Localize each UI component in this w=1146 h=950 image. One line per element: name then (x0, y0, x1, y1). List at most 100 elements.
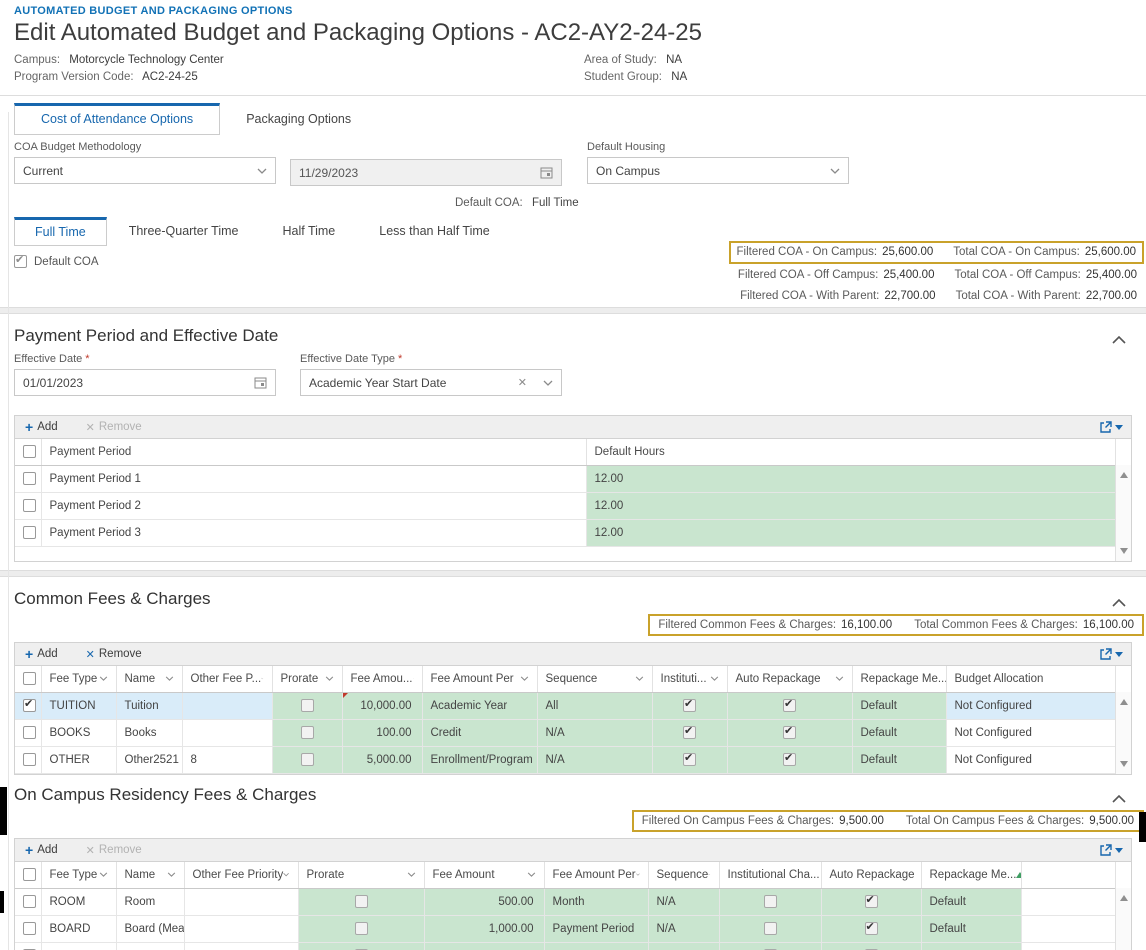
scroll-up-icon[interactable] (1120, 472, 1128, 478)
column-header-auto-repackage[interactable]: Auto Repackage (821, 862, 921, 888)
screen-artifact (1139, 812, 1146, 842)
table-row[interactable]: Payment Period 3 12.00 (15, 519, 1115, 546)
table-row[interactable]: Payment Period 1 12.00 (15, 465, 1115, 492)
column-header-name[interactable]: Name (116, 666, 182, 692)
scrollbar[interactable] (1115, 888, 1131, 950)
table-row[interactable]: TRAVEL Travel 4,000.00 Enrollment/Progra… (15, 942, 1115, 950)
column-header-fee-amount-per[interactable]: Fee Amount Per (422, 666, 537, 692)
column-header-sequence[interactable]: Sequence (648, 862, 719, 888)
column-header-prorate[interactable]: Prorate (272, 666, 342, 692)
column-header-fee-amount[interactable]: Fee Amou... (342, 666, 422, 692)
export-icon (1099, 843, 1113, 857)
column-header-repackage-methodology[interactable]: Repackage Me... (852, 666, 946, 692)
remove-button[interactable]: ✕Remove (86, 648, 142, 661)
scrollbar[interactable] (1115, 465, 1131, 561)
column-header-other-fee-priority[interactable]: Other Fee Priority (184, 862, 298, 888)
collapse-chevron-icon[interactable] (1112, 790, 1126, 808)
institutional-charge-checkbox[interactable] (683, 726, 696, 739)
scroll-down-icon[interactable] (1120, 548, 1128, 554)
row-checkbox[interactable] (23, 499, 36, 512)
table-row[interactable]: BOOKS Books 100.00 Credit N/A Default No… (15, 719, 1115, 746)
auto-repackage-checkbox[interactable] (865, 895, 878, 908)
collapse-chevron-icon[interactable] (1112, 594, 1126, 612)
column-header-other-fee-priority[interactable]: Other Fee P... (182, 666, 272, 692)
prorate-checkbox[interactable] (355, 922, 368, 935)
row-checkbox[interactable] (23, 726, 36, 739)
institutional-charge-checkbox[interactable] (683, 699, 696, 712)
subtab-less-than-half-time[interactable]: Less than Half Time (357, 217, 511, 246)
scroll-up-icon[interactable] (1120, 895, 1128, 901)
subtab-half-time[interactable]: Half Time (260, 217, 357, 246)
auto-repackage-checkbox[interactable] (783, 753, 796, 766)
table-row[interactable]: ROOM Room 500.00 Month N/A Default (15, 888, 1115, 915)
column-header-filler (1021, 862, 1115, 888)
table-row[interactable]: TUITION Tuition 10,000.00 Academic Year … (15, 692, 1115, 719)
column-header-institutional-charge[interactable]: Institutional Cha... (719, 862, 821, 888)
row-checkbox[interactable] (23, 699, 36, 712)
auto-repackage-checkbox[interactable] (865, 922, 878, 935)
auto-repackage-checkbox[interactable] (783, 699, 796, 712)
scrollbar[interactable] (1115, 692, 1131, 774)
record-info: Campus: Motorcycle Technology Center Are… (0, 52, 1146, 95)
add-button[interactable]: +Add (25, 647, 58, 661)
column-header-institutional-charge[interactable]: Instituti... (652, 666, 727, 692)
institutional-charge-checkbox[interactable] (764, 895, 777, 908)
column-header-name[interactable]: Name (116, 862, 184, 888)
table-row[interactable]: BOARD Board (Meals) 1,000.00 Payment Per… (15, 915, 1115, 942)
prorate-checkbox[interactable] (355, 895, 368, 908)
tab-packaging-options[interactable]: Packaging Options (220, 103, 377, 135)
column-header-payment-period[interactable]: Payment Period (41, 439, 586, 465)
column-header-fee-type[interactable]: Fee Type (41, 666, 116, 692)
breadcrumb[interactable]: AUTOMATED BUDGET AND PACKAGING OPTIONS (0, 0, 1146, 17)
export-button[interactable] (1099, 843, 1123, 857)
column-header-repackage-methodology-sorted[interactable]: Repackage Me... (921, 862, 1021, 888)
prorate-checkbox[interactable] (301, 726, 314, 739)
subtab-full-time[interactable]: Full Time (14, 217, 107, 246)
row-checkbox[interactable] (23, 753, 36, 766)
default-housing-select[interactable]: On Campus (587, 157, 849, 184)
row-checkbox[interactable] (23, 895, 36, 908)
column-header-fee-amount-per[interactable]: Fee Amount Per (544, 862, 648, 888)
scroll-up-icon[interactable] (1120, 699, 1128, 705)
column-header-fee-amount[interactable]: Fee Amount (424, 862, 544, 888)
chevron-down-icon (165, 676, 174, 681)
row-checkbox[interactable] (23, 472, 36, 485)
row-checkbox[interactable] (23, 922, 36, 935)
select-all-checkbox[interactable] (23, 868, 36, 881)
table-row[interactable]: Payment Period 2 12.00 (15, 492, 1115, 519)
collapse-chevron-icon[interactable] (1112, 331, 1126, 349)
export-button[interactable] (1099, 420, 1123, 434)
required-asterisk: * (85, 353, 89, 365)
calendar-icon[interactable] (254, 376, 267, 389)
area-of-study-info: Area of Study: NA (584, 52, 1132, 69)
subtab-three-quarter-time[interactable]: Three-Quarter Time (107, 217, 261, 246)
tab-cost-of-attendance-options[interactable]: Cost of Attendance Options (14, 103, 220, 135)
institutional-charge-checkbox[interactable] (764, 922, 777, 935)
export-button[interactable] (1099, 647, 1123, 661)
auto-repackage-checkbox[interactable] (783, 726, 796, 739)
column-header-auto-repackage[interactable]: Auto Repackage (727, 666, 852, 692)
remove-button[interactable]: ✕Remove (86, 844, 142, 857)
column-header-fee-type[interactable]: Fee Type (41, 862, 116, 888)
default-coa-checkbox[interactable] (14, 255, 27, 268)
prorate-checkbox[interactable] (301, 753, 314, 766)
add-button[interactable]: +Add (25, 843, 58, 857)
coa-budget-methodology-select[interactable]: Current (14, 157, 276, 184)
effective-date-field[interactable]: 01/01/2023 (14, 369, 276, 396)
effective-date-type-select[interactable]: Academic Year Start Date ✕ (300, 369, 562, 396)
add-button[interactable]: +Add (25, 420, 58, 434)
column-header-budget-allocation[interactable]: Budget Allocation (946, 666, 1115, 692)
row-checkbox[interactable] (23, 526, 36, 539)
prorate-checkbox[interactable] (301, 699, 314, 712)
column-header-prorate[interactable]: Prorate (298, 862, 424, 888)
column-header-sequence[interactable]: Sequence (537, 666, 652, 692)
remove-button[interactable]: ✕Remove (86, 421, 142, 434)
scroll-down-icon[interactable] (1120, 761, 1128, 767)
table-row[interactable]: OTHER Other2521 8 5,000.00 Enrollment/Pr… (15, 746, 1115, 773)
column-header-default-hours[interactable]: Default Hours (586, 439, 1115, 465)
select-all-checkbox[interactable] (23, 445, 36, 458)
common-fees-grid: +Add ✕Remove Fee Type Name Other Fee P..… (14, 642, 1132, 775)
institutional-charge-checkbox[interactable] (683, 753, 696, 766)
select-all-checkbox[interactable] (23, 672, 36, 685)
clear-icon[interactable]: ✕ (518, 376, 527, 389)
